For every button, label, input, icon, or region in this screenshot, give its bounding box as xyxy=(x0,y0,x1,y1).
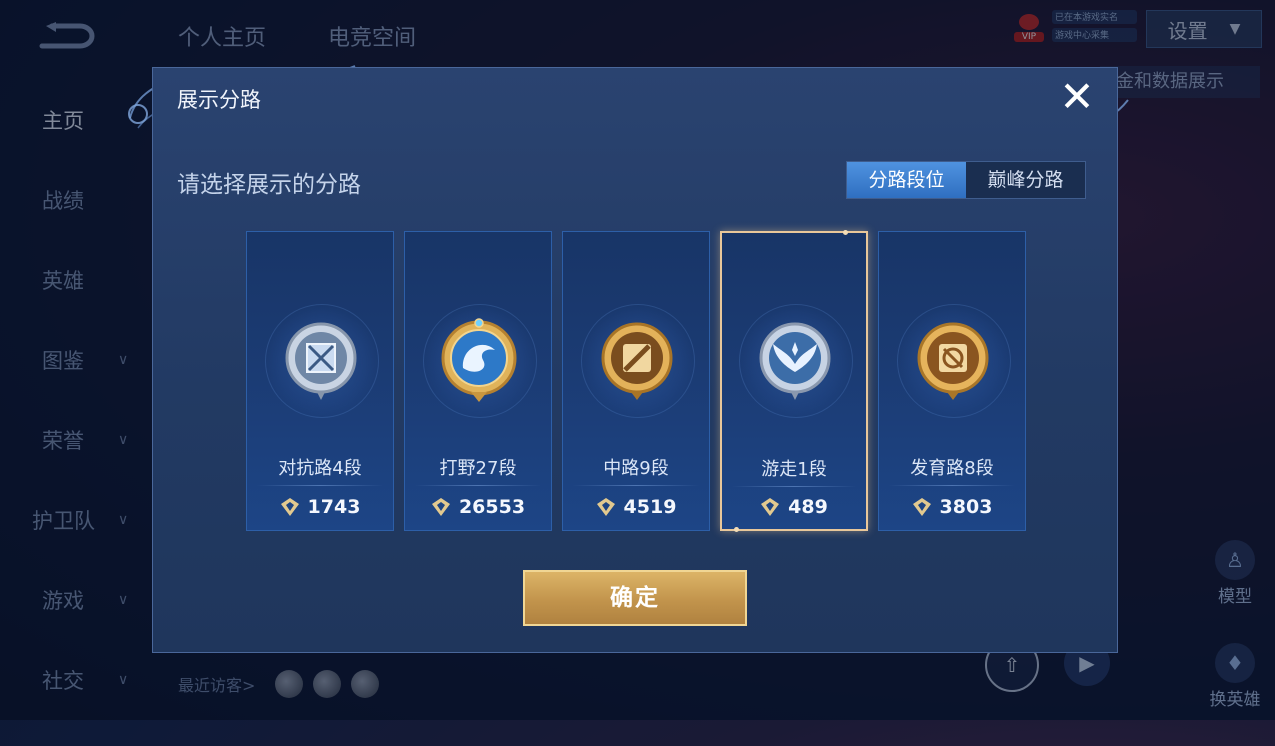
lane-rank-name: 中路9段 xyxy=(603,458,669,479)
roam-wings-emblem-icon xyxy=(759,322,831,400)
lane-display-dialog: 展示分路 ✕ 请选择展示的分路 分路段位 巅峰分路 对抗路4段 1743 打野2… xyxy=(152,67,1118,653)
dialog-prompt: 请选择展示的分路 xyxy=(177,172,361,198)
points-icon xyxy=(761,498,780,516)
lane-points: 4519 xyxy=(563,496,709,518)
lane-points-value: 1743 xyxy=(307,496,361,518)
lane-cards: 对抗路4段 1743 打野27段 26553 中路9段 4519 游走1段 48… xyxy=(246,230,1026,532)
toggle-peak-lane[interactable]: 巅峰分路 xyxy=(966,162,1085,198)
jungle-dragon-emblem-icon xyxy=(441,318,517,402)
farm-lane-emblem-icon xyxy=(917,322,989,400)
dialog-title: 展示分路 xyxy=(177,88,261,112)
divider xyxy=(257,485,383,486)
divider xyxy=(573,485,699,486)
points-icon xyxy=(431,498,450,516)
lane-points-value: 26553 xyxy=(458,496,526,518)
lane-card-fight[interactable]: 对抗路4段 1743 xyxy=(246,231,394,531)
lane-points: 489 xyxy=(722,496,866,518)
lane-card-roam[interactable]: 游走1段 489 xyxy=(720,230,868,532)
fight-lane-emblem-icon xyxy=(285,322,357,400)
divider xyxy=(889,485,1015,486)
mid-lane-emblem-icon xyxy=(601,322,673,400)
divider xyxy=(732,486,856,487)
lane-points-value: 3803 xyxy=(939,496,993,518)
lane-points-value: 489 xyxy=(788,496,828,518)
lane-mode-toggle: 分路段位 巅峰分路 xyxy=(846,161,1086,199)
corner-dot xyxy=(734,527,739,532)
lane-card-farm[interactable]: 发育路8段 3803 xyxy=(878,231,1026,531)
points-icon xyxy=(280,498,299,516)
lane-points: 1743 xyxy=(247,496,393,518)
toggle-lane-rank[interactable]: 分路段位 xyxy=(847,162,966,198)
lane-points-value: 4519 xyxy=(623,496,677,518)
close-icon[interactable]: ✕ xyxy=(1059,76,1095,118)
points-icon xyxy=(596,498,615,516)
confirm-button[interactable]: 确定 xyxy=(523,570,747,626)
lane-rank-name: 游走1段 xyxy=(761,459,827,480)
lane-rank-name: 对抗路4段 xyxy=(278,458,362,479)
points-icon xyxy=(912,498,931,516)
lane-rank-name: 发育路8段 xyxy=(910,458,994,479)
lane-card-jungle[interactable]: 打野27段 26553 xyxy=(404,231,552,531)
lane-points: 3803 xyxy=(879,496,1025,518)
lane-points: 26553 xyxy=(405,496,551,518)
lane-card-mid[interactable]: 中路9段 4519 xyxy=(562,231,710,531)
corner-dot xyxy=(843,230,848,235)
divider xyxy=(415,485,541,486)
lane-rank-name: 打野27段 xyxy=(439,458,517,479)
